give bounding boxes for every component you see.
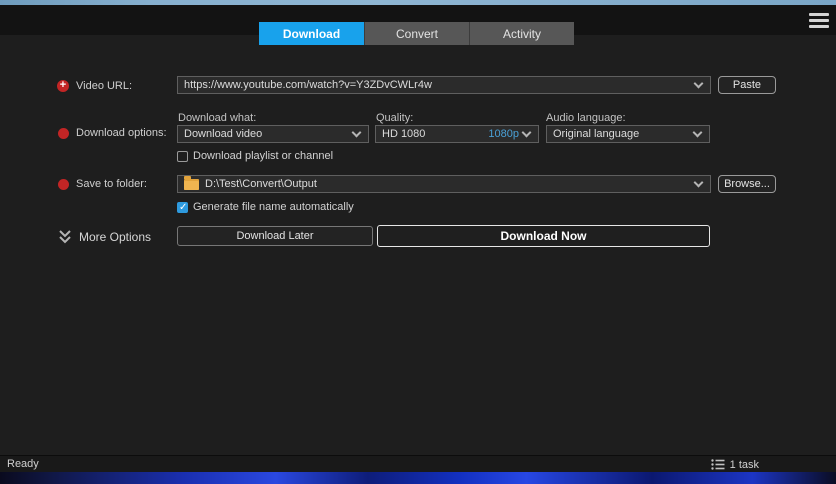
tab-bar: Download Convert Activity <box>259 22 574 45</box>
task-count-label: 1 task <box>729 458 759 471</box>
save-to-folder-label: Save to folder: <box>76 178 147 190</box>
download-options-label: Download options: <box>76 127 167 139</box>
download-what-value: Download video <box>184 128 263 140</box>
chevron-down-icon[interactable] <box>351 127 362 137</box>
auto-name-checkbox[interactable] <box>177 201 188 213</box>
chevron-down-icon[interactable] <box>693 78 704 88</box>
download-what-label: Download what: <box>178 112 257 124</box>
chevron-down-icon[interactable] <box>693 177 704 187</box>
desktop-wallpaper-bottom <box>0 472 836 484</box>
quality-badge: 1080p <box>488 128 519 140</box>
task-counter[interactable]: 1 task <box>710 458 759 471</box>
download-later-button[interactable]: Download Later <box>177 226 373 246</box>
auto-name-checkbox-label[interactable]: Generate file name automatically <box>193 201 354 213</box>
download-options-marker-icon <box>58 128 69 139</box>
status-bar: Ready 1 task <box>0 455 836 472</box>
quality-select[interactable]: HD 1080 1080p <box>375 125 539 143</box>
browse-button[interactable]: Browse... <box>718 175 776 193</box>
video-url-combobox[interactable]: https://www.youtube.com/watch?v=Y3ZDvCWL… <box>177 76 711 94</box>
audio-language-value: Original language <box>553 128 640 140</box>
playlist-checkbox[interactable] <box>177 150 188 162</box>
tab-download[interactable]: Download <box>259 22 364 45</box>
app-window: Download Convert Activity + Video URL: h… <box>0 5 836 472</box>
tab-activity[interactable]: Activity <box>469 22 574 45</box>
audio-language-select[interactable]: Original language <box>546 125 710 143</box>
playlist-checkbox-row: Download playlist or channel <box>177 150 333 162</box>
double-chevron-down-icon <box>59 230 71 244</box>
screen: Download Convert Activity + Video URL: h… <box>0 0 836 484</box>
chevron-down-icon[interactable] <box>521 127 532 137</box>
paste-button[interactable]: Paste <box>718 76 776 94</box>
save-folder-marker-icon <box>58 179 69 190</box>
download-what-select[interactable]: Download video <box>177 125 369 143</box>
video-url-value[interactable]: https://www.youtube.com/watch?v=Y3ZDvCWL… <box>178 79 432 91</box>
quality-value: HD 1080 <box>382 128 426 140</box>
auto-name-checkbox-row: Generate file name automatically <box>177 201 354 213</box>
save-folder-value[interactable]: D:\Test\Convert\Output <box>199 178 317 190</box>
more-options-label[interactable]: More Options <box>79 230 151 244</box>
tab-convert[interactable]: Convert <box>364 22 469 45</box>
chevron-down-icon[interactable] <box>692 127 703 137</box>
add-url-icon[interactable]: + <box>57 80 69 92</box>
hamburger-menu-icon[interactable] <box>809 13 829 28</box>
folder-icon <box>184 175 199 190</box>
task-list-icon <box>710 459 725 470</box>
quality-label: Quality: <box>376 112 414 124</box>
more-options-toggle[interactable]: More Options <box>58 229 151 244</box>
video-url-label: Video URL: <box>76 80 133 92</box>
status-ready-text: Ready <box>7 458 39 470</box>
playlist-checkbox-label[interactable]: Download playlist or channel <box>193 150 333 162</box>
download-now-button[interactable]: Download Now <box>377 225 710 247</box>
save-folder-combobox[interactable]: D:\Test\Convert\Output <box>177 175 711 193</box>
audio-language-label: Audio language: <box>546 112 626 124</box>
